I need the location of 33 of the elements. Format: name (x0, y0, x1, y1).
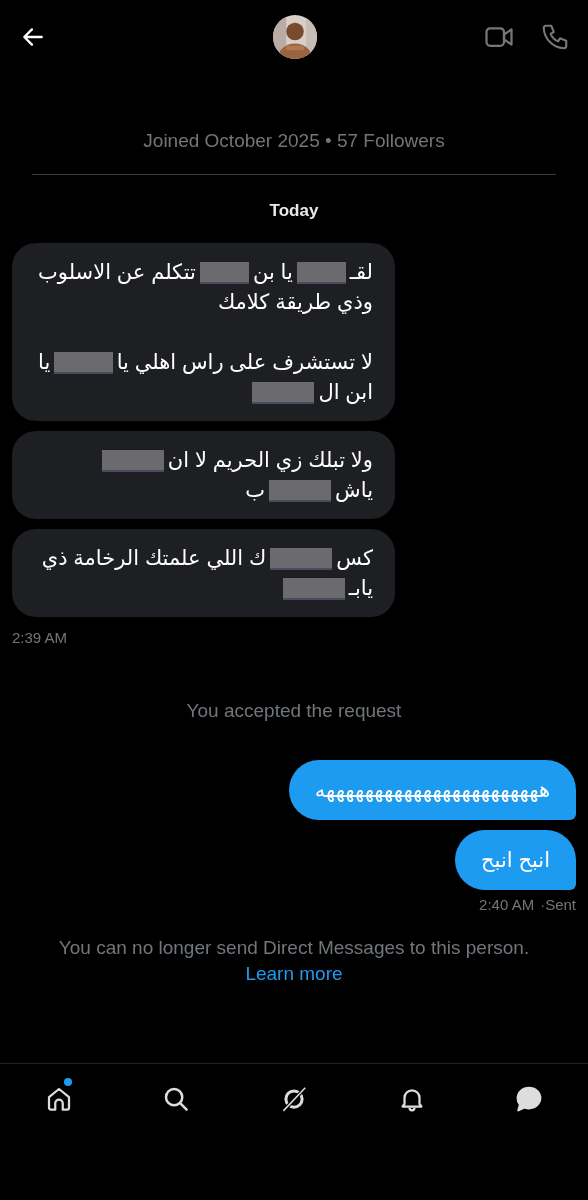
message-text: ولا تبلك زي الحريم لا ان (167, 447, 373, 474)
redaction-block (269, 480, 332, 500)
message-text: ابن ال (318, 379, 373, 406)
message-bubble: هههههههههههههههههههههههه (288, 760, 576, 820)
message-text: ب (245, 477, 266, 503)
message-text: تتكلم عن الاسلوب (38, 259, 196, 286)
sent-status: ·Sent (540, 896, 576, 913)
message-text: كس (336, 545, 373, 572)
redaction-block (282, 578, 345, 598)
message-text: ياش (335, 477, 373, 504)
slashed-circle-icon[interactable] (279, 1084, 309, 1114)
redaction-block (270, 548, 333, 568)
redaction-block (101, 450, 164, 470)
learn-more-link[interactable]: Learn more (245, 963, 343, 985)
date-label: Today (268, 201, 320, 221)
message-text: ك اللي علمتك الرخامة ذي (41, 545, 267, 572)
message-text: لا تستشرف على راس اهلي يا (116, 349, 373, 376)
message-text: يابـ (348, 575, 373, 601)
message-text: يا (38, 349, 51, 375)
redaction-block (54, 352, 113, 372)
profile-meta: Joined October 2025 • 57 Followers (142, 130, 446, 152)
notice-text: You can no longer send Direct Messages to this person. (58, 937, 530, 959)
message-text: وذي طريقة كلامك (217, 289, 373, 316)
system-message: You accepted the request (185, 700, 403, 722)
redaction-block (199, 262, 249, 282)
timestamp: 2:40 AM (479, 896, 535, 913)
message-text: لقـ (349, 259, 373, 285)
message-text: يا بن (252, 259, 293, 286)
redaction-block (252, 382, 315, 402)
timestamp: 2:39 AM (12, 629, 68, 646)
phone-icon[interactable] (540, 22, 570, 52)
redaction-block (296, 262, 346, 282)
message-bubble: انبح انبح (455, 830, 576, 890)
